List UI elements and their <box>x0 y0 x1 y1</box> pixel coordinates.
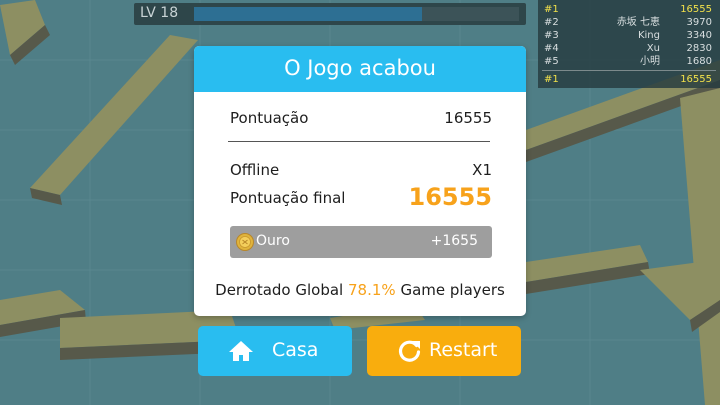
leaderboard-self-row: #1 16555 <box>544 74 712 86</box>
home-icon <box>229 341 253 361</box>
coin-icon <box>236 233 254 251</box>
leaderboard-row: #1 16555 <box>544 4 712 16</box>
leaderboard-rank: #1 <box>544 4 559 15</box>
dialog-title: O Jogo acabou <box>284 56 436 80</box>
leaderboard-rank: #3 <box>544 30 559 41</box>
leaderboard-self-rank: #1 <box>544 74 559 85</box>
score-label: Pontuação <box>230 109 309 127</box>
leaderboard-score: 2830 <box>686 43 712 54</box>
leaderboard-row: #4 Xu 2830 <box>544 43 712 55</box>
restart-button[interactable]: Restart <box>367 326 521 376</box>
offline-multiplier: X1 <box>472 161 492 179</box>
restart-button-label: Restart <box>429 339 498 361</box>
level-progress-fill <box>194 7 422 21</box>
score-value: 16555 <box>444 109 492 127</box>
leaderboard-row: #3 King 3340 <box>544 30 712 42</box>
beat-suffix: Game players <box>400 281 505 299</box>
level-progress-track <box>194 7 519 21</box>
offline-label: Offline <box>230 161 280 179</box>
final-score-value: 16555 <box>408 183 493 211</box>
score-row: Pontuação 16555 <box>230 109 492 127</box>
final-score-row: Pontuação final 16555 <box>230 183 492 211</box>
leaderboard-name: 小明 <box>640 56 660 67</box>
leaderboard-self-score: 16555 <box>680 74 712 85</box>
dialog-divider <box>228 141 490 142</box>
leaderboard-score: 16555 <box>680 4 712 15</box>
leaderboard-score: 3340 <box>686 30 712 41</box>
leaderboard-name: King <box>637 30 660 41</box>
dialog-header: O Jogo acabou <box>194 46 526 92</box>
restart-icon <box>398 340 421 362</box>
leaderboard-row: #5 小明 1680 <box>544 56 712 68</box>
final-score-label: Pontuação final <box>230 189 346 207</box>
gold-reward-bar: Ouro +1655 <box>230 226 492 258</box>
level-label: LV 18 <box>140 5 179 21</box>
beat-prefix: Derrotado Global <box>215 281 344 299</box>
leaderboard-rank: #4 <box>544 43 559 54</box>
home-button-label: Casa <box>272 339 319 361</box>
offline-row: Offline X1 <box>230 161 492 179</box>
gold-label: Ouro <box>256 233 290 249</box>
gold-value: +1655 <box>430 233 478 249</box>
leaderboard-score: 1680 <box>686 56 712 67</box>
leaderboard-divider <box>542 70 716 71</box>
leaderboard-row: #2 赤坂 七恵 3970 <box>544 17 712 29</box>
leaderboard-score: 3970 <box>686 17 712 28</box>
global-rank-text: Derrotado Global 78.1% Game players <box>194 281 526 299</box>
leaderboard: #1 16555 #2 赤坂 七恵 3970 #3 King 3340 #4 X… <box>538 0 720 88</box>
home-button[interactable]: Casa <box>198 326 352 376</box>
leaderboard-name: 赤坂 七恵 <box>616 17 660 28</box>
leaderboard-rank: #2 <box>544 17 559 28</box>
game-over-dialog: O Jogo acabou Pontuação 16555 Offline X1… <box>194 46 526 316</box>
leaderboard-rank: #5 <box>544 56 559 67</box>
level-bar: LV 18 <box>134 3 526 25</box>
leaderboard-name: Xu <box>646 43 660 54</box>
beat-percent: 78.1% <box>348 281 396 299</box>
